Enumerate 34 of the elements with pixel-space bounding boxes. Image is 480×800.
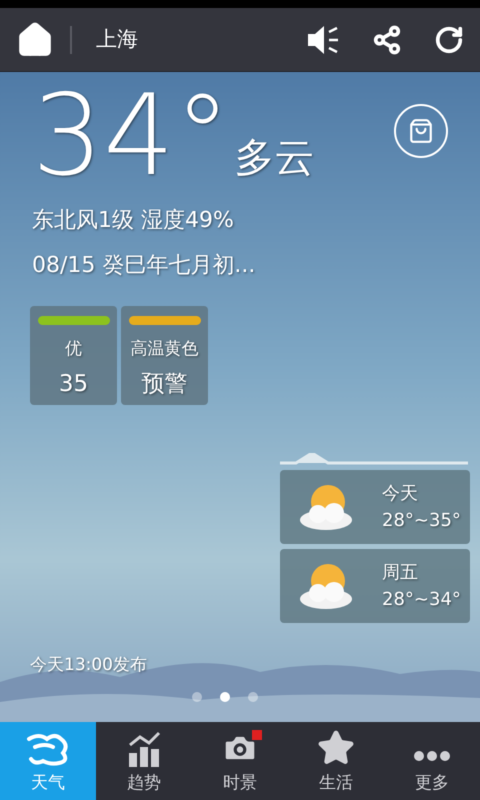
forecast-card[interactable]: 今天 28°~35° xyxy=(280,470,470,544)
weather-condition: 多云 xyxy=(234,134,315,183)
tile-value: 预警 xyxy=(142,370,188,398)
home-icon xyxy=(16,20,54,58)
tile-label: 高温黄色 xyxy=(130,338,198,361)
home-button[interactable] xyxy=(16,20,54,58)
nav-tab[interactable]: 趋势 xyxy=(96,722,192,800)
info-tile[interactable]: 高温黄色 预警 xyxy=(121,306,208,405)
wind-humidity: 东北风1级 湿度49% xyxy=(31,207,235,235)
temperature-range: 28°~34° xyxy=(382,588,461,612)
refresh-button[interactable] xyxy=(434,24,464,54)
nav-tab[interactable]: 更多 xyxy=(384,722,480,800)
forecast-day: 周五 xyxy=(382,559,461,586)
tile-value: 35 xyxy=(58,370,88,398)
refresh-icon xyxy=(434,24,464,54)
shopping-bag-icon xyxy=(408,118,434,144)
star-icon xyxy=(317,728,355,766)
tile-label: 优 xyxy=(65,338,82,361)
nav-tab[interactable]: 生活 xyxy=(288,722,384,800)
info-tile[interactable]: 优 35 xyxy=(30,306,117,405)
bar-chart-icon xyxy=(127,730,161,766)
forecast-card[interactable]: 周五 28°~34° xyxy=(280,549,470,623)
temperature-range: 28°~35° xyxy=(382,509,461,533)
date-text: 08/15 癸巳年七月初... xyxy=(31,252,256,280)
temperature-reading: 34° xyxy=(32,80,231,192)
share-icon xyxy=(372,24,402,54)
forecast-day: 今天 xyxy=(382,480,461,507)
dots-icon xyxy=(414,750,450,760)
shop-button[interactable] xyxy=(394,104,448,158)
publish-time: 今天13:00发布 xyxy=(30,654,148,676)
city-name: 上海 xyxy=(96,26,138,53)
share-button[interactable] xyxy=(372,24,402,54)
nav-tab[interactable]: 天气 xyxy=(0,722,96,800)
nav-tab[interactable]: 时景 xyxy=(192,722,288,800)
